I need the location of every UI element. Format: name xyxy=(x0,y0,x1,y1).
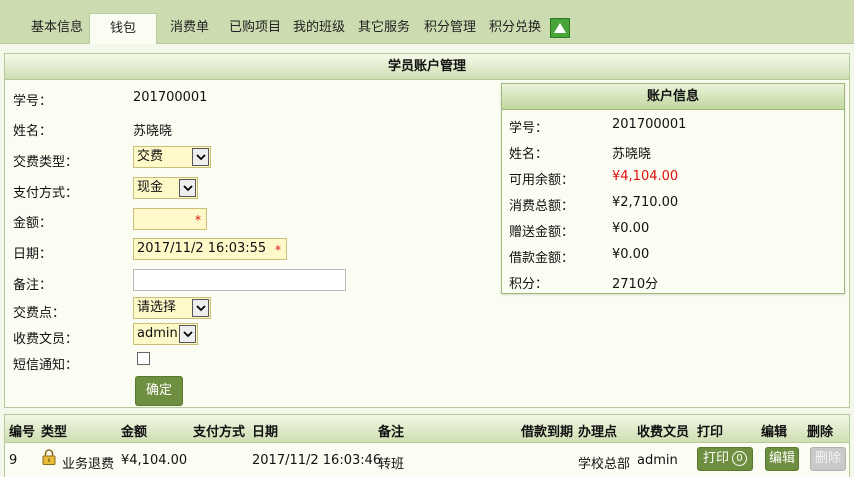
chevron-down-icon xyxy=(192,299,209,317)
amount-input[interactable]: * xyxy=(133,208,207,230)
delete-button[interactable]: 删除 xyxy=(810,447,846,471)
row-branch: 学校总部 xyxy=(578,457,631,472)
account-info-title: 账户信息 xyxy=(502,84,844,110)
pay-method-select[interactable]: 现金 xyxy=(133,177,198,199)
print-button[interactable]: 打印 0 xyxy=(697,447,753,471)
top-tab-bar: 基本信息 钱包 消费单 已购项目 我的班级 其它服务 积分管理 积分兑换 xyxy=(0,0,854,44)
tab-points-exchange[interactable]: 积分兑换 xyxy=(489,13,541,43)
account-name-label: 姓名： xyxy=(509,147,549,162)
col-remark: 备注 xyxy=(378,425,405,440)
loan-amount-label: 借款金额： xyxy=(509,251,575,266)
col-date: 日期 xyxy=(252,425,279,440)
total-spent-label: 消费总额： xyxy=(509,199,575,214)
col-edit: 编辑 xyxy=(761,425,788,440)
name-label: 姓名： xyxy=(13,124,53,139)
pay-type-selected: 交费 xyxy=(137,149,164,164)
transaction-table: 编号 类型 金额 支付方式 日期 备注 借款到期 办理点 收费文员 打印 编辑 … xyxy=(4,414,850,477)
date-value: 2017/11/2 16:03:55 xyxy=(137,241,267,256)
pay-method-label: 支付方式： xyxy=(13,186,79,201)
row-remark: 转班 xyxy=(378,457,405,472)
tab-my-class[interactable]: 我的班级 xyxy=(293,13,345,43)
lock-icon xyxy=(42,449,56,465)
sms-checkbox[interactable] xyxy=(137,352,150,365)
col-clerk: 收费文员 xyxy=(637,425,690,440)
pay-point-label: 交费点： xyxy=(13,306,66,321)
panel-title: 学员账户管理 xyxy=(5,54,849,80)
col-print: 打印 xyxy=(697,425,724,440)
col-loan-due: 借款到期 xyxy=(521,425,574,440)
remark-input[interactable] xyxy=(133,269,346,291)
pay-type-label: 交费类型： xyxy=(13,155,79,170)
total-spent-value: ¥2,710.00 xyxy=(612,195,679,210)
chevron-down-icon xyxy=(192,148,209,166)
tab-purchased-items[interactable]: 已购项目 xyxy=(229,13,281,43)
clerk-select[interactable]: admin xyxy=(133,323,198,345)
tab-other-services[interactable]: 其它服务 xyxy=(358,13,410,43)
account-management-panel: 学员账户管理 学号： 201700001 姓名： 苏晓晓 交费类型： 交费 支付… xyxy=(4,53,850,408)
points-label: 积分： xyxy=(509,277,549,292)
required-mark: * xyxy=(275,243,281,257)
tab-wallet[interactable]: 钱包 xyxy=(89,13,157,44)
col-branch: 办理点 xyxy=(578,425,618,440)
gift-amount-value: ¥0.00 xyxy=(612,221,650,236)
date-input[interactable]: 2017/11/2 16:03:55 * xyxy=(133,238,287,260)
gift-amount-label: 赠送金额： xyxy=(509,225,575,240)
student-no-value: 201700001 xyxy=(133,90,208,105)
chevron-down-icon xyxy=(179,179,196,197)
student-no-label: 学号： xyxy=(13,94,53,109)
date-label: 日期： xyxy=(13,247,53,262)
account-info-box: 账户信息 学号： 201700001 姓名： 苏晓晓 可用余额： ¥4,104.… xyxy=(501,83,845,294)
pay-point-select[interactable]: 请选择 xyxy=(133,297,211,319)
points-value: 2710分 xyxy=(612,277,659,292)
available-balance-value: ¥4,104.00 xyxy=(612,169,679,184)
remark-label: 备注： xyxy=(13,278,53,293)
required-mark: * xyxy=(195,213,201,227)
row-no: 9 xyxy=(9,453,18,468)
col-pay-method: 支付方式 xyxy=(193,425,246,440)
row-clerk: admin xyxy=(637,453,678,468)
row-amount: ¥4,104.00 xyxy=(121,453,188,468)
account-student-no-value: 201700001 xyxy=(612,117,687,132)
table-header: 编号 类型 金额 支付方式 日期 备注 借款到期 办理点 收费文员 打印 编辑 … xyxy=(5,415,849,443)
loan-amount-value: ¥0.00 xyxy=(612,247,650,262)
row-date: 2017/11/2 16:03:46 xyxy=(252,453,382,468)
edit-button[interactable]: 编辑 xyxy=(765,447,799,471)
amount-label: 金额： xyxy=(13,216,53,231)
col-amount: 金额 xyxy=(121,425,148,440)
tab-basic-info[interactable]: 基本信息 xyxy=(31,13,83,43)
collapse-button[interactable] xyxy=(550,18,570,38)
tab-consumption[interactable]: 消费单 xyxy=(170,13,209,43)
name-value: 苏晓晓 xyxy=(133,124,173,139)
pay-point-selected: 请选择 xyxy=(137,300,177,315)
triangle-up-icon xyxy=(554,23,566,33)
submit-button[interactable]: 确定 xyxy=(135,376,183,406)
col-no: 编号 xyxy=(9,425,36,440)
row-type: 业务退费 xyxy=(62,457,115,472)
print-label: 打印 xyxy=(702,451,729,466)
print-count-badge: 0 xyxy=(732,451,747,466)
col-type: 类型 xyxy=(41,425,68,440)
account-name-value: 苏晓晓 xyxy=(612,147,652,162)
clerk-label: 收费文员： xyxy=(13,332,79,347)
tab-points-management[interactable]: 积分管理 xyxy=(424,13,476,43)
available-balance-label: 可用余额： xyxy=(509,173,575,188)
pay-type-select[interactable]: 交费 xyxy=(133,146,211,168)
clerk-selected: admin xyxy=(137,326,178,341)
chevron-down-icon xyxy=(179,325,196,343)
col-delete: 删除 xyxy=(807,425,834,440)
sms-label: 短信通知： xyxy=(13,358,79,373)
pay-method-selected: 现金 xyxy=(137,180,164,195)
account-student-no-label: 学号： xyxy=(509,121,549,136)
